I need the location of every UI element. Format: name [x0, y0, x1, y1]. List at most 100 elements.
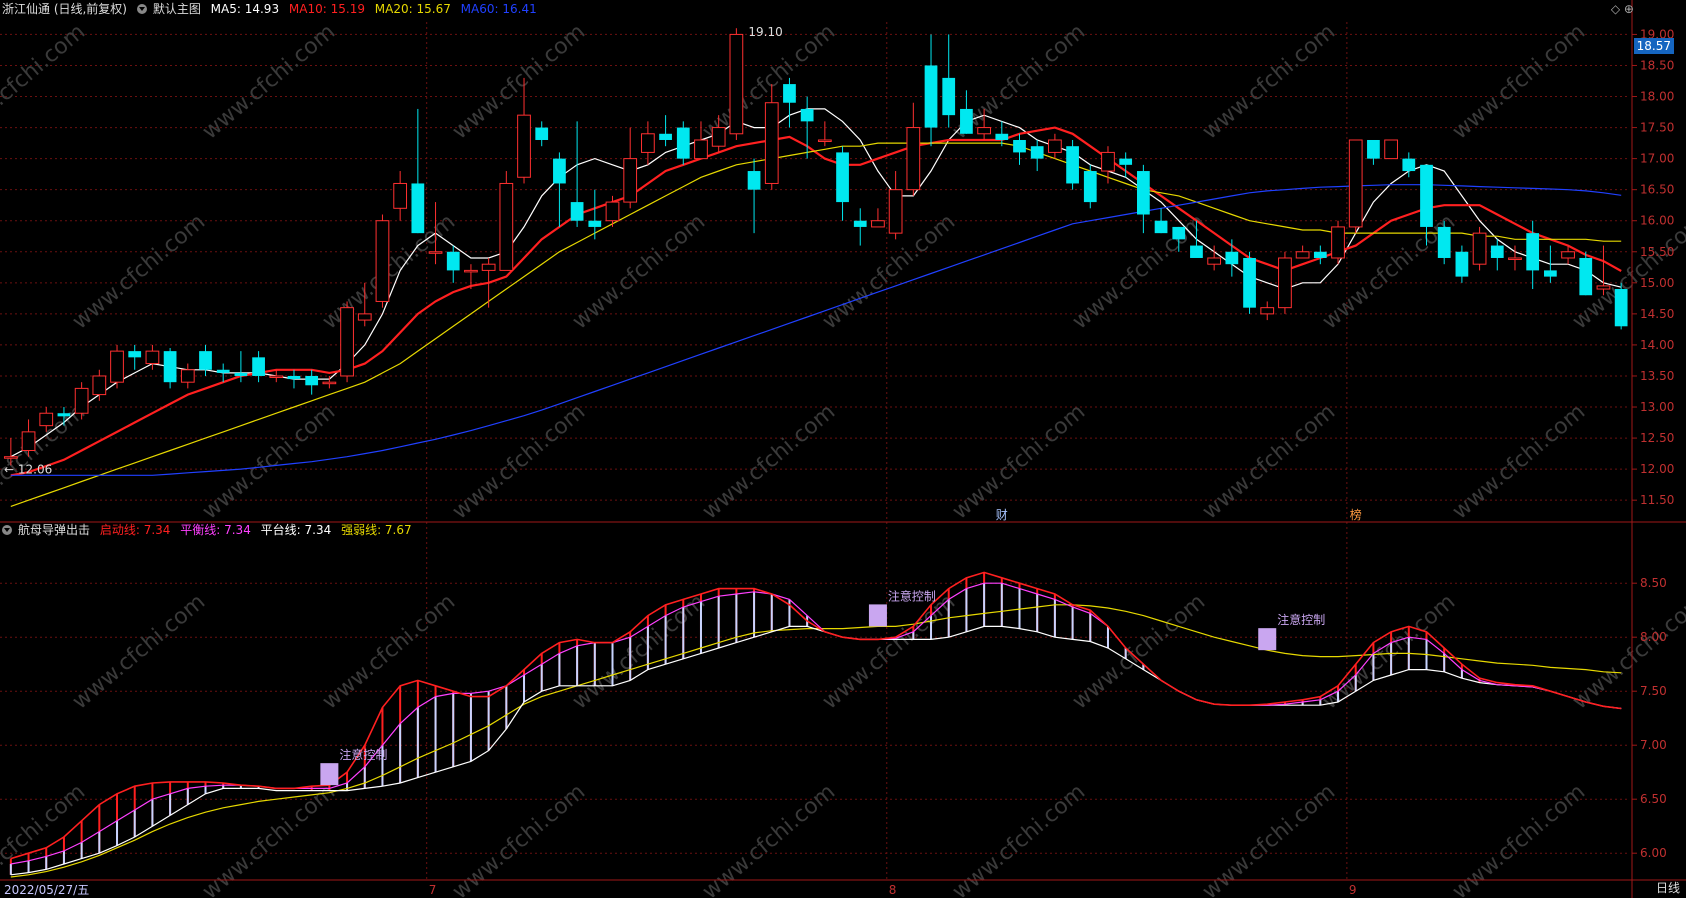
candle-body-down	[163, 351, 177, 383]
candle-body-down	[1136, 171, 1150, 215]
watermark-text: www.cfchi.com	[68, 589, 210, 714]
price-tick-label: 17.50	[1640, 121, 1674, 135]
watermark-text: www.cfchi.com	[1448, 399, 1590, 524]
candle-body-up	[357, 313, 372, 321]
candle-body-up	[605, 201, 620, 222]
watermark-text: www.cfchi.com	[698, 399, 840, 524]
candle-body-up	[1561, 251, 1575, 259]
kline-chart-canvas[interactable]: www.cfchi.com www.cfchi.com www.cfchi.com w…	[0, 0, 1686, 898]
candle-body-down	[305, 375, 319, 386]
watermark-text: www.cfchi.com	[198, 19, 340, 144]
candle-body-down	[1490, 245, 1504, 258]
signal-label: 注意控制	[1277, 612, 1325, 627]
price-tick-label: 15.50	[1640, 245, 1674, 259]
candle-body-up	[1348, 139, 1363, 228]
candle-body-up	[871, 220, 885, 228]
ma20-label: MA20: 15.67	[374, 2, 451, 16]
candle-body-down	[1579, 257, 1593, 296]
period-label[interactable]: 日线	[1656, 879, 1680, 896]
candle-body-up	[145, 350, 160, 365]
candle-body-up	[21, 431, 36, 451]
candle-body-up	[428, 251, 443, 254]
candle-body-down	[252, 357, 265, 376]
candle-body-up	[322, 381, 337, 385]
indicator-tick-label: 8.00	[1640, 630, 1667, 644]
candle-body-up	[39, 412, 54, 427]
watermark-text: www.cfchi.com	[448, 399, 590, 524]
candle-body-down	[960, 108, 973, 134]
indicator-menu-icon[interactable]	[2, 525, 12, 535]
watermark-text: www.cfchi.com	[68, 209, 210, 334]
ma-line-ma20	[10, 142, 1622, 507]
price-tick-label: 16.00	[1640, 214, 1674, 228]
candle-body-down	[57, 413, 71, 417]
indicator-panel[interactable]: 注意控制注意控制注意控制	[9, 571, 1622, 878]
signal-label: 注意控制	[339, 747, 387, 762]
price-tick-label: 11.50	[1640, 493, 1674, 507]
candle-body-up	[1207, 257, 1222, 265]
qidong-label: 启动线: 7.34	[99, 523, 171, 537]
candle-body-up	[1048, 139, 1062, 153]
low-annotation: ← 12.06	[4, 462, 52, 476]
price-tick-label: 15.00	[1640, 276, 1674, 290]
candle-body-down	[411, 183, 425, 234]
candle-body-up	[1278, 257, 1292, 309]
candle-body-down	[747, 171, 761, 190]
indicator-tick-label: 6.50	[1640, 792, 1667, 806]
candle-body-down	[588, 220, 602, 227]
event-marker: 财	[996, 508, 1008, 522]
watermark-text: www.cfchi.com	[1318, 589, 1460, 714]
month-tick-label: 8	[889, 883, 897, 897]
signal-marker	[868, 604, 887, 627]
candle-body-down	[1243, 257, 1256, 308]
candle-body-up	[1101, 151, 1115, 172]
candle-body-down	[1083, 171, 1097, 203]
candle-body-down	[1437, 226, 1451, 258]
candle-body-down	[1543, 270, 1557, 277]
month-tick-label: 7	[429, 883, 437, 897]
candle-body-up	[711, 127, 726, 147]
candle-body-up	[977, 127, 991, 135]
candle-body-down	[128, 351, 142, 358]
candle-body-down	[287, 375, 301, 380]
ma10-label: MA10: 15.19	[288, 2, 365, 16]
indicator-tick-label: 7.50	[1640, 684, 1667, 698]
candle-body-down	[1190, 245, 1203, 258]
watermark-text: www.cfchi.com	[1448, 19, 1590, 144]
event-marker: 榜	[1350, 507, 1362, 522]
price-tick-label: 13.50	[1640, 369, 1674, 383]
candle-body-up	[764, 102, 779, 184]
candle-body-down	[446, 251, 460, 271]
current-price-tag: 18.57	[1633, 38, 1674, 54]
ma5-label: MA5: 14.93	[210, 2, 280, 16]
candle-body-up	[888, 189, 903, 234]
candle-body-up	[1260, 307, 1275, 315]
price-tick-label: 14.00	[1640, 338, 1674, 352]
candle-body-down	[1119, 158, 1133, 165]
price-tick-label: 18.50	[1640, 58, 1674, 72]
main-chart-label[interactable]: 默认主图	[153, 2, 201, 16]
signal-marker	[1258, 628, 1277, 651]
candle-body-up	[110, 350, 124, 383]
candle-body-down	[1420, 164, 1433, 227]
panel-frame	[0, 0, 1686, 898]
candle-body-down	[800, 108, 814, 122]
candle-body-down	[1367, 139, 1380, 159]
high-annotation: 19.10	[748, 25, 782, 39]
candle-body-down	[676, 127, 690, 159]
toolbar-icons[interactable]: ◇ ⊕	[1611, 2, 1634, 16]
indicator-name[interactable]: 航母导弹出击	[18, 523, 90, 537]
candle-body-down	[1225, 251, 1239, 265]
price-tick-label: 12.00	[1640, 462, 1674, 476]
candle-body-down	[553, 158, 566, 184]
chart-menu-icon[interactable]	[136, 4, 147, 14]
watermark-text: www.cfchi.com	[1198, 399, 1340, 524]
candle-body-down	[199, 351, 212, 370]
candle-body-down	[216, 369, 230, 373]
candle-body-up	[1331, 226, 1345, 259]
candle-body-down	[570, 202, 584, 221]
candle-body-up	[499, 182, 514, 271]
candle-body-up	[481, 263, 496, 271]
watermark-text: www.cfchi.com	[1568, 589, 1686, 714]
stock-name[interactable]: 浙江仙通 (日线,前复权)	[2, 2, 127, 16]
